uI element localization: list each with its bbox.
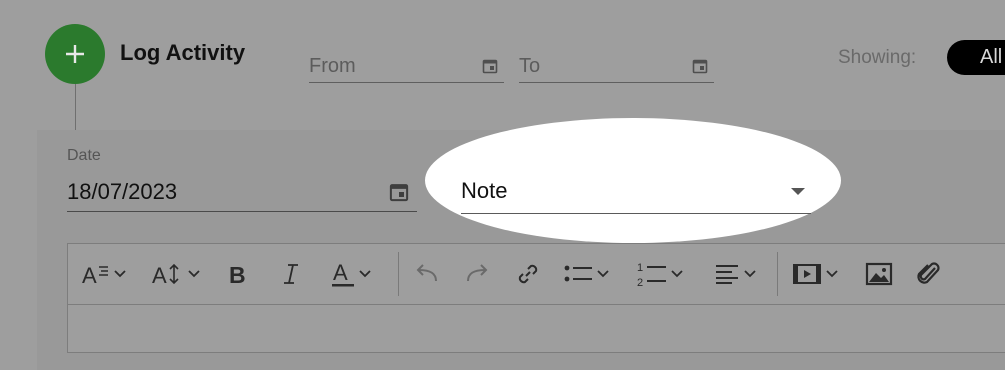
link-icon [518,264,538,284]
svg-text:A: A [82,263,97,287]
showing-label: Showing: [838,47,917,68]
date-input[interactable]: 18/07/2023 [67,173,417,212]
chevron-down-icon [597,270,609,278]
showing-value: All [980,46,1003,68]
insert-image-icon [865,262,893,286]
text-color-button[interactable]: A [331,258,371,290]
align-button[interactable] [714,258,756,290]
activity-type-select[interactable]: Note [461,169,811,214]
calendar-icon[interactable] [692,58,708,74]
undo-button[interactable] [414,258,440,290]
chevron-down-icon [188,270,200,278]
insert-image-button[interactable] [865,258,893,290]
align-icon [716,265,738,284]
bold-button[interactable]: B [228,258,250,290]
toolbar-separator [777,252,778,296]
to-placeholder: To [519,54,541,77]
numbered-list-button[interactable]: 1 2 [637,258,683,290]
svg-text:1: 1 [637,262,643,274]
date-value: 18/07/2023 [67,179,178,204]
dropdown-caret-icon [791,187,805,195]
to-date-field[interactable]: To [519,50,714,83]
page-title: Log Activity [120,40,246,65]
svg-text:A: A [152,263,167,287]
text-color-icon: A [332,260,354,287]
redo-button[interactable] [464,258,490,290]
toolbar-separator [398,252,399,296]
date-label: Date [67,147,101,164]
bulleted-list-icon [564,265,592,282]
from-placeholder: From [309,54,356,77]
chevron-down-icon [671,270,683,278]
chevron-down-icon [114,270,126,278]
bulleted-list-button[interactable] [563,258,609,290]
timeline-line [75,84,76,132]
plus-icon [66,45,84,63]
calendar-icon[interactable] [482,58,498,74]
activity-type-value: Note [461,178,508,203]
insert-link-button[interactable] [515,258,541,290]
chevron-down-icon [744,270,756,278]
paragraph-format-icon: A [82,263,108,287]
redo-icon [467,264,488,282]
calendar-icon[interactable] [389,182,409,202]
font-size-icon: A [152,263,179,287]
undo-icon [416,264,437,282]
insert-video-button[interactable] [792,258,838,290]
insert-video-icon [793,264,821,284]
paragraph-format-button[interactable]: A [82,258,126,290]
italic-button[interactable] [282,258,300,290]
bold-icon: B [229,262,246,287]
svg-text:A: A [333,260,348,285]
font-size-button[interactable]: A [152,258,200,290]
italic-icon [284,264,298,284]
attach-file-button[interactable] [916,258,942,290]
add-activity-button[interactable] [45,24,105,84]
numbered-list-icon: 1 2 [637,262,666,288]
from-date-field[interactable]: From [309,50,504,83]
svg-text:B: B [229,262,246,287]
attach-file-icon [917,262,940,284]
showing-filter-toggle[interactable]: All [947,40,1005,75]
chevron-down-icon [359,270,371,278]
svg-text:2: 2 [637,277,643,288]
chevron-down-icon [826,270,838,278]
